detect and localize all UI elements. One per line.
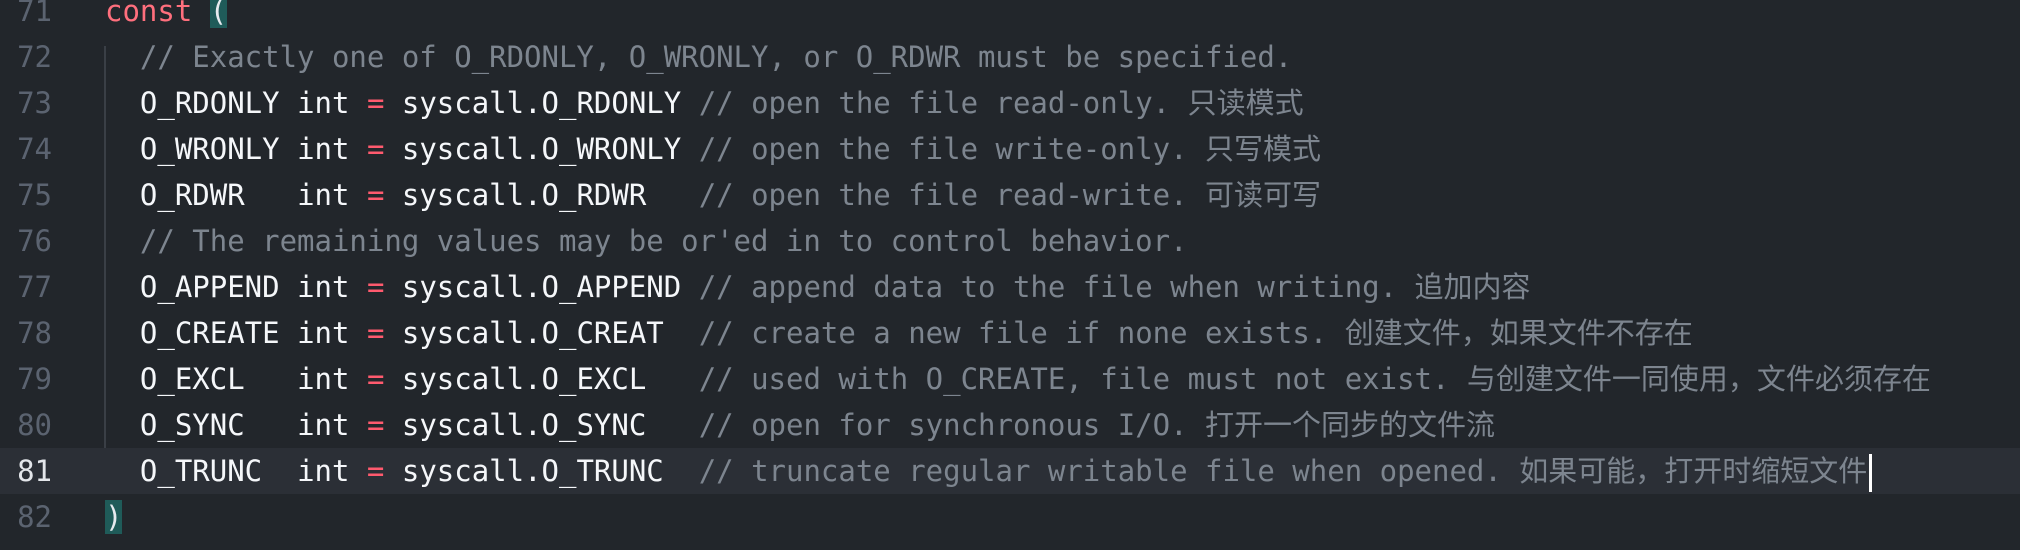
line-number: 71: [17, 0, 52, 28]
identifier-token: int: [297, 270, 350, 304]
identifier-token: int: [297, 454, 350, 488]
code-line[interactable]: 78 O_CREATE int = syscall.O_CREAT // cre…: [0, 310, 2020, 356]
code-line[interactable]: 72 // Exactly one of O_RDONLY, O_WRONLY,…: [0, 34, 2020, 80]
line-code[interactable]: O_RDONLY int = syscall.O_RDONLY // open …: [105, 80, 1304, 126]
operator-token: =: [366, 454, 385, 488]
comment-token: // append data to the file when writing.…: [698, 270, 1531, 304]
identifier-token: int: [297, 408, 350, 442]
operator-token: =: [366, 316, 385, 350]
identifier-token: syscall.O_APPEND: [401, 270, 682, 304]
line-code[interactable]: // The remaining values may be or'ed in …: [105, 218, 1188, 264]
identifier-token: O_SYNC: [139, 408, 245, 442]
operator-token: =: [366, 86, 385, 120]
identifier-token: syscall.O_CREAT: [401, 316, 664, 350]
comment-token: // open for synchronous I/O. 打开一个同步的文件流: [698, 408, 1496, 442]
identifier-token: int: [297, 178, 350, 212]
line-code[interactable]: O_APPEND int = syscall.O_APPEND // appen…: [105, 264, 1531, 310]
identifier-token: O_RDWR: [139, 178, 245, 212]
line-number: 81: [17, 454, 52, 488]
line-number: 82: [17, 500, 52, 534]
identifier-token: O_CREATE: [139, 316, 280, 350]
line-number: 75: [17, 178, 52, 212]
code-line[interactable]: 75 O_RDWR int = syscall.O_RDWR // open t…: [0, 172, 2020, 218]
comment-token: // open the file write-only. 只写模式: [698, 132, 1322, 166]
line-code[interactable]: O_WRONLY int = syscall.O_WRONLY // open …: [105, 126, 1321, 172]
identifier-token: int: [297, 132, 350, 166]
comment-token: // open the file read-write. 可读可写: [698, 178, 1322, 212]
line-code[interactable]: ): [105, 494, 123, 540]
code-line[interactable]: 71 const (: [0, 0, 2020, 34]
line-number: 76: [17, 224, 52, 258]
code-line[interactable]: 82): [0, 494, 2020, 540]
identifier-token: O_WRONLY: [139, 132, 280, 166]
text-cursor: [1869, 454, 1873, 492]
keyword-token: const: [105, 0, 193, 28]
identifier-token: syscall.O_RDONLY: [401, 86, 682, 120]
line-number: 78: [17, 316, 52, 350]
line-number: 77: [17, 270, 52, 304]
code-line[interactable]: 79 O_EXCL int = syscall.O_EXCL // used w…: [0, 356, 2020, 402]
line-number: 73: [17, 86, 52, 120]
identifier-token: syscall.O_EXCL: [401, 362, 647, 396]
code-line[interactable]: 80 O_SYNC int = syscall.O_SYNC // open f…: [0, 402, 2020, 448]
identifier-token: syscall.O_RDWR: [401, 178, 647, 212]
line-code[interactable]: O_CREATE int = syscall.O_CREAT // create…: [105, 310, 1693, 356]
operator-token: =: [366, 178, 385, 212]
identifier-token: int: [297, 316, 350, 350]
identifier-token: syscall.O_SYNC: [401, 408, 647, 442]
code-line[interactable]: 74 O_WRONLY int = syscall.O_WRONLY // op…: [0, 126, 2020, 172]
line-code[interactable]: O_EXCL int = syscall.O_EXCL // used with…: [105, 356, 1931, 402]
line-code[interactable]: // Exactly one of O_RDONLY, O_WRONLY, or…: [105, 34, 1292, 80]
operator-token: =: [366, 408, 385, 442]
identifier-token: int: [297, 362, 350, 396]
line-code[interactable]: const (: [105, 0, 228, 34]
operator-token: =: [366, 270, 385, 304]
identifier-token: O_EXCL: [139, 362, 245, 396]
comment-token: // open the file read-only. 只读模式: [698, 86, 1304, 120]
operator-token: =: [366, 362, 385, 396]
code-line[interactable]: 76 // The remaining values may be or'ed …: [0, 218, 2020, 264]
line-code[interactable]: O_RDWR int = syscall.O_RDWR // open the …: [105, 172, 1321, 218]
operator-token: =: [366, 132, 385, 166]
identifier-token: O_TRUNC: [139, 454, 263, 488]
identifier-token: syscall.O_WRONLY: [401, 132, 682, 166]
comment-token: // used with O_CREATE, file must not exi…: [698, 362, 1931, 396]
identifier-token: O_APPEND: [139, 270, 280, 304]
identifier-token: syscall.O_TRUNC: [401, 454, 664, 488]
line-number: 80: [17, 408, 52, 442]
comment-token: // The remaining values may be or'ed in …: [139, 224, 1188, 258]
line-code[interactable]: O_TRUNC int = syscall.O_TRUNC // truncat…: [105, 448, 1873, 494]
bracket-token: (: [209, 0, 228, 28]
line-code[interactable]: O_SYNC int = syscall.O_SYNC // open for …: [105, 402, 1495, 448]
identifier-token: int: [297, 86, 350, 120]
code-editor[interactable]: 71 const (72 // Exactly one of O_RDONLY, …: [0, 0, 2020, 550]
bracket-token: ): [105, 500, 123, 534]
comment-token: // create a new file if none exists. 创建文…: [698, 316, 1693, 350]
code-line[interactable]: 81 O_TRUNC int = syscall.O_TRUNC // trun…: [0, 448, 2020, 494]
line-number: 79: [17, 362, 52, 396]
code-line[interactable]: 77 O_APPEND int = syscall.O_APPEND // ap…: [0, 264, 2020, 310]
identifier-token: O_RDONLY: [139, 86, 280, 120]
line-number: 72: [17, 40, 52, 74]
comment-token: // Exactly one of O_RDONLY, O_WRONLY, or…: [139, 40, 1293, 74]
line-number: 74: [17, 132, 52, 166]
comment-token: // truncate regular writable file when o…: [698, 454, 1868, 488]
code-line[interactable]: 73 O_RDONLY int = syscall.O_RDONLY // op…: [0, 80, 2020, 126]
